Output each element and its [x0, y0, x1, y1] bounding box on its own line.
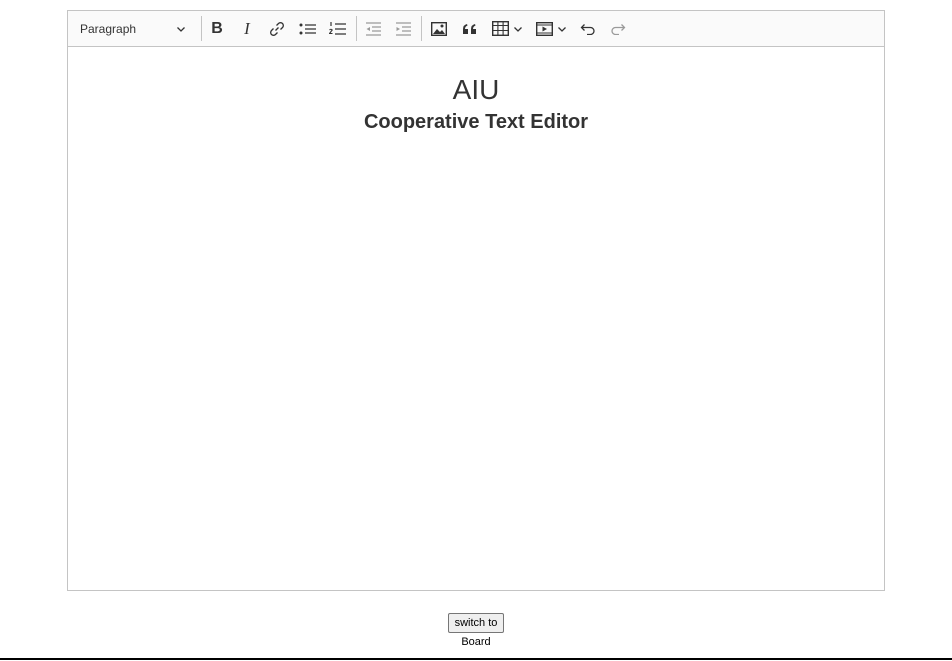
- toolbar-separator: [356, 16, 357, 41]
- chevron-down-icon: [557, 26, 566, 32]
- image-icon: [431, 21, 447, 36]
- paragraph-format-dropdown[interactable]: Paragraph: [72, 15, 194, 42]
- indent-icon: [395, 21, 411, 36]
- insert-image-button[interactable]: [426, 15, 452, 42]
- blockquote-button[interactable]: [456, 15, 482, 42]
- redo-button[interactable]: [605, 15, 631, 42]
- toolbar-separator: [201, 16, 202, 41]
- undo-button[interactable]: [575, 15, 601, 42]
- toolbar-separator: [421, 16, 422, 41]
- redo-icon: [611, 23, 626, 35]
- link-icon: [270, 21, 284, 36]
- switch-to-board-button[interactable]: switch to: [448, 613, 504, 633]
- blockquote-icon: [462, 23, 476, 34]
- italic-button[interactable]: I: [234, 15, 260, 42]
- outdent-icon: [365, 21, 381, 36]
- chevron-down-icon: [177, 26, 185, 32]
- italic-icon: I: [244, 18, 250, 38]
- undo-icon: [580, 23, 595, 35]
- document-heading: AIU: [452, 74, 500, 105]
- numbered-list-icon: [329, 21, 346, 35]
- document-subheading: Cooperative Text Editor: [363, 111, 589, 133]
- bold-icon: B: [211, 19, 223, 37]
- editor-content-area[interactable]: AIU Cooperative Text Editor: [68, 47, 884, 590]
- bold-button[interactable]: B: [204, 15, 230, 42]
- paragraph-format-label: Paragraph: [80, 21, 137, 36]
- bulleted-list-icon: [299, 23, 316, 34]
- outdent-button[interactable]: [360, 15, 386, 42]
- bulleted-list-button[interactable]: [295, 15, 321, 42]
- media-icon: [535, 21, 553, 36]
- page-bottom-divider: [0, 658, 952, 660]
- table-icon: [491, 21, 509, 36]
- chevron-down-icon: [513, 26, 522, 32]
- switch-target-label: Board: [461, 636, 491, 648]
- rich-text-editor: Paragraph B I AIU Cooperative Text Edito…: [67, 10, 885, 591]
- indent-button[interactable]: [390, 15, 416, 42]
- numbered-list-button[interactable]: [325, 15, 351, 42]
- insert-table-button[interactable]: [488, 15, 526, 42]
- link-button[interactable]: [264, 15, 290, 42]
- insert-media-button[interactable]: [532, 15, 570, 42]
- editor-toolbar: Paragraph B I: [68, 11, 884, 47]
